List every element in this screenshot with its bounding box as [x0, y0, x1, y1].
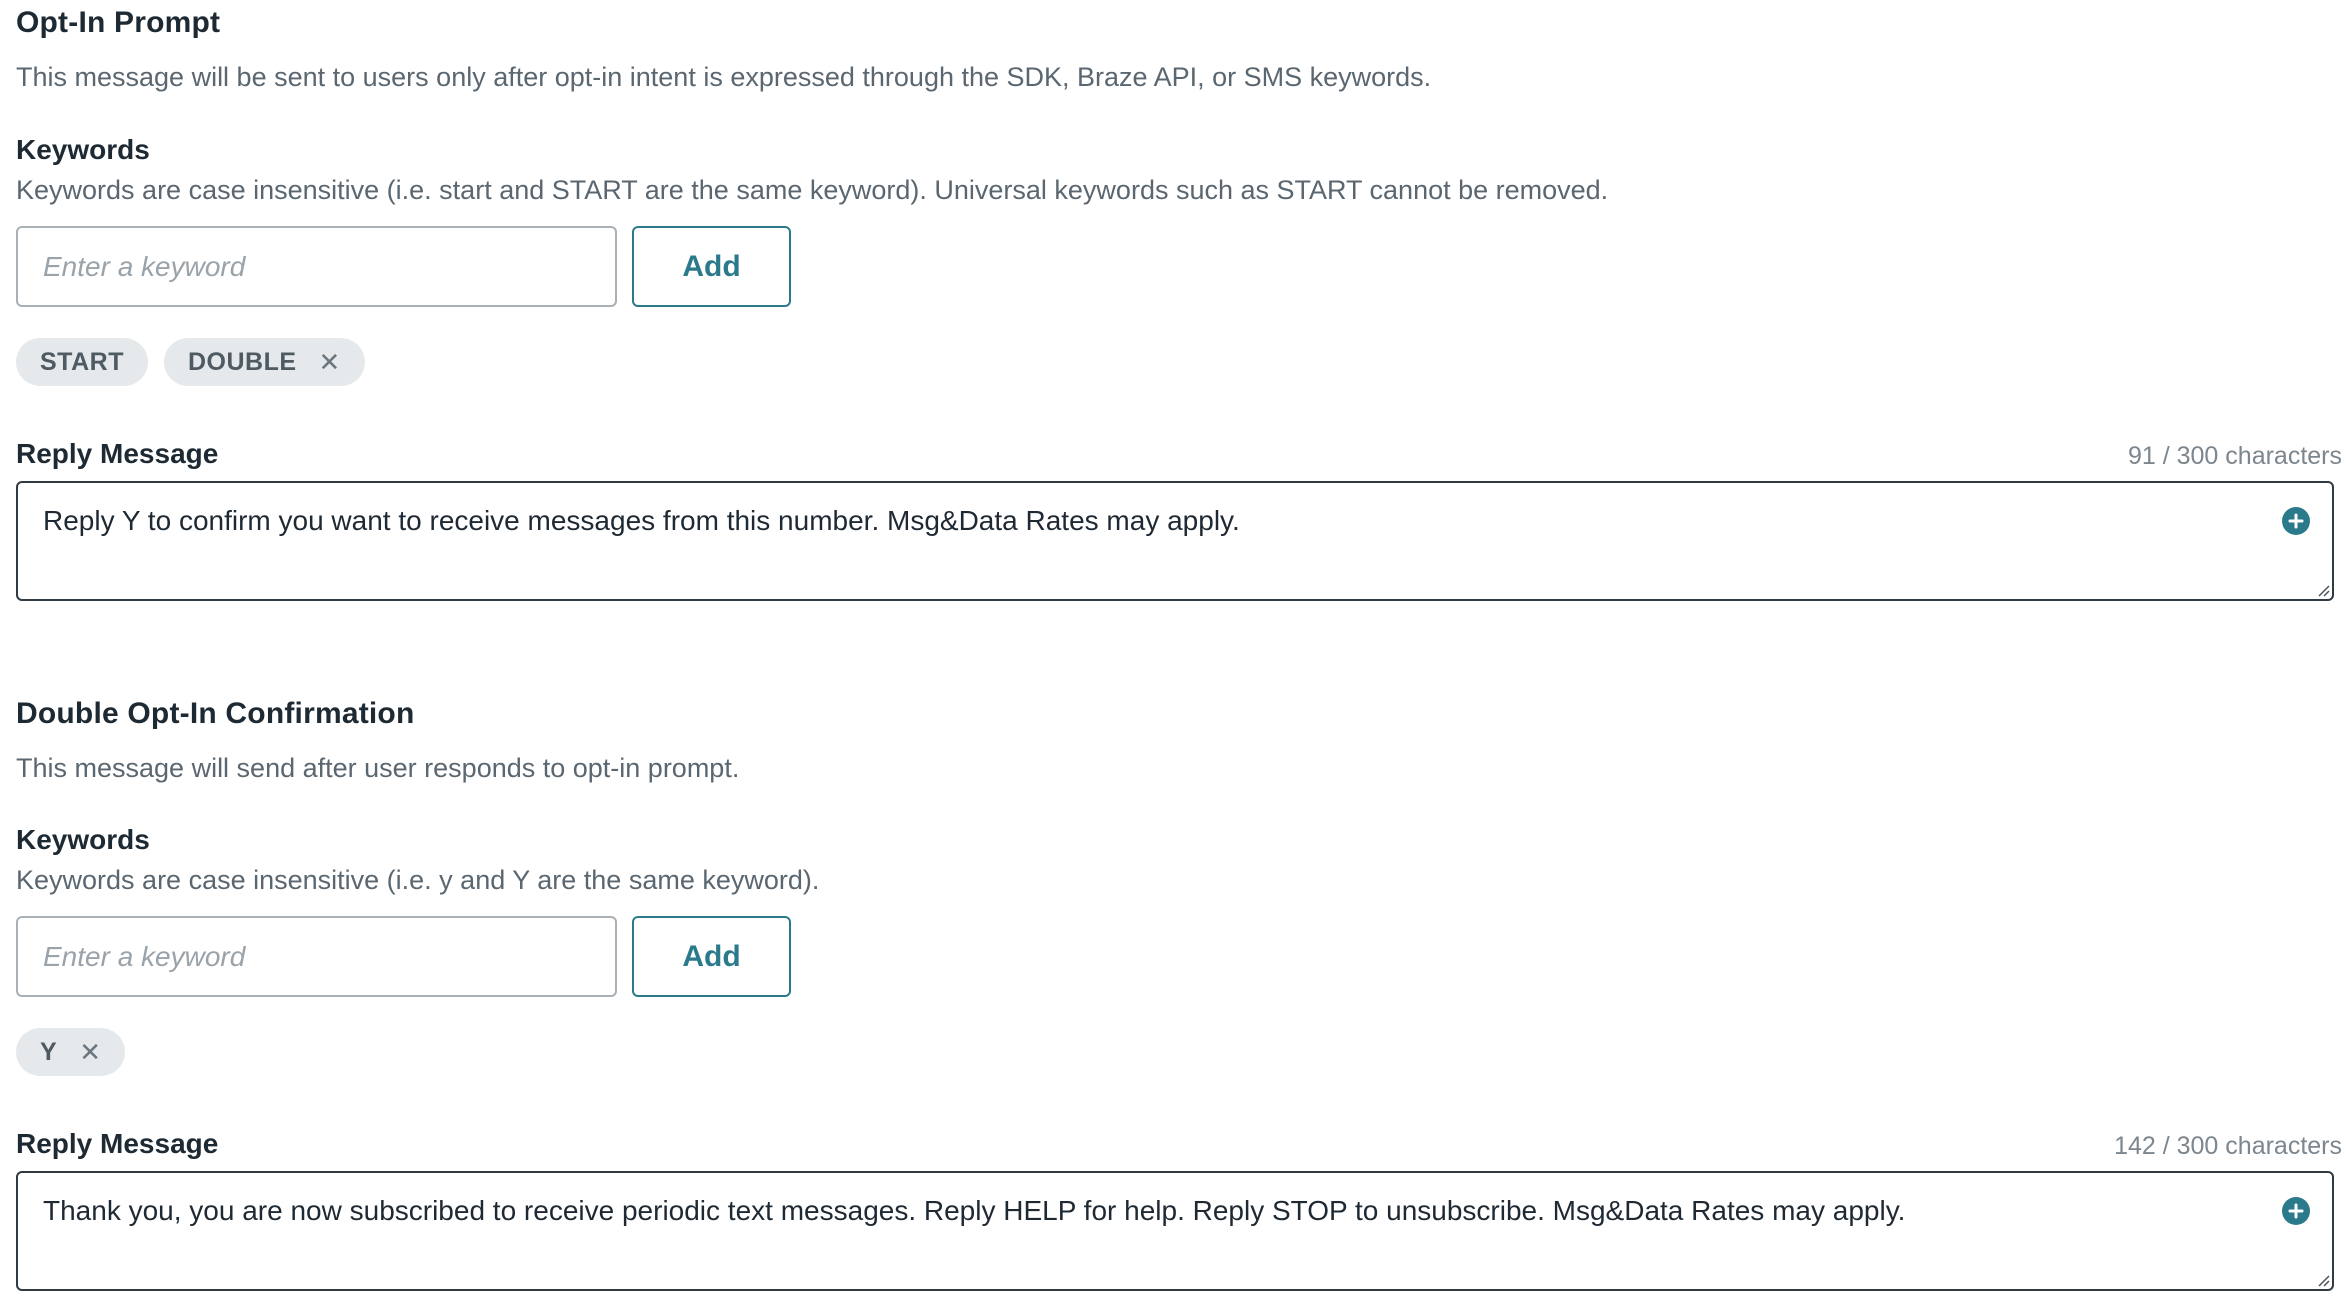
- opt-in-reply-counter: 91 / 300 characters: [2127, 442, 2342, 470]
- close-icon[interactable]: ✕: [79, 1037, 101, 1068]
- chip-label: DOUBLE: [187, 347, 297, 376]
- keyword-chip-y: Y ✕: [16, 1028, 126, 1076]
- double-opt-in-reply-textarea[interactable]: Thank you, you are now subscribed to rec…: [16, 1171, 2334, 1291]
- reply-text: Thank you, you are now subscribed to rec…: [43, 1195, 1906, 1226]
- double-opt-in-add-button[interactable]: Add: [632, 916, 791, 997]
- opt-in-reply-textarea[interactable]: Reply Y to confirm you want to receive m…: [16, 481, 2334, 601]
- double-opt-in-title: Double Opt-In Confirmation: [16, 697, 415, 730]
- keyword-chip-start: START: [16, 338, 148, 386]
- double-opt-in-reply-counter: 142 / 300 characters: [2114, 1132, 2342, 1160]
- double-opt-in-keyword-chips: Y ✕: [16, 1028, 126, 1076]
- opt-in-title: Opt-In Prompt: [16, 6, 221, 39]
- keyword-chip-double: DOUBLE ✕: [163, 338, 365, 386]
- resize-grip-icon[interactable]: [2314, 1271, 2330, 1287]
- opt-in-keyword-chips: START DOUBLE ✕: [16, 338, 365, 386]
- close-icon[interactable]: ✕: [319, 347, 341, 378]
- opt-in-keywords-help: Keywords are case insensitive (i.e. star…: [16, 175, 1609, 205]
- chip-label: START: [40, 347, 124, 376]
- opt-in-reply-label: Reply Message: [16, 438, 219, 469]
- opt-in-description: This message will be sent to users only …: [16, 62, 1432, 92]
- opt-in-keywords-label: Keywords: [16, 134, 150, 165]
- plus-circle-icon[interactable]: [2282, 1197, 2310, 1225]
- opt-in-add-button[interactable]: Add: [632, 226, 791, 307]
- reply-text: Reply Y to confirm you want to receive m…: [43, 505, 1240, 536]
- plus-circle-icon[interactable]: [2282, 507, 2310, 535]
- opt-in-keyword-input[interactable]: Enter a keyword: [16, 226, 617, 307]
- double-opt-in-description: This message will send after user respon…: [16, 753, 740, 783]
- keyword-placeholder: Enter a keyword: [43, 250, 246, 282]
- double-opt-in-reply-label: Reply Message: [16, 1128, 219, 1159]
- resize-grip-icon[interactable]: [2314, 581, 2330, 597]
- keyword-placeholder: Enter a keyword: [43, 940, 246, 972]
- double-opt-in-keyword-input[interactable]: Enter a keyword: [16, 916, 617, 997]
- double-opt-in-keywords-help: Keywords are case insensitive (i.e. y an…: [16, 865, 820, 895]
- double-opt-in-keywords-label: Keywords: [16, 824, 150, 855]
- chip-label: Y: [40, 1037, 58, 1066]
